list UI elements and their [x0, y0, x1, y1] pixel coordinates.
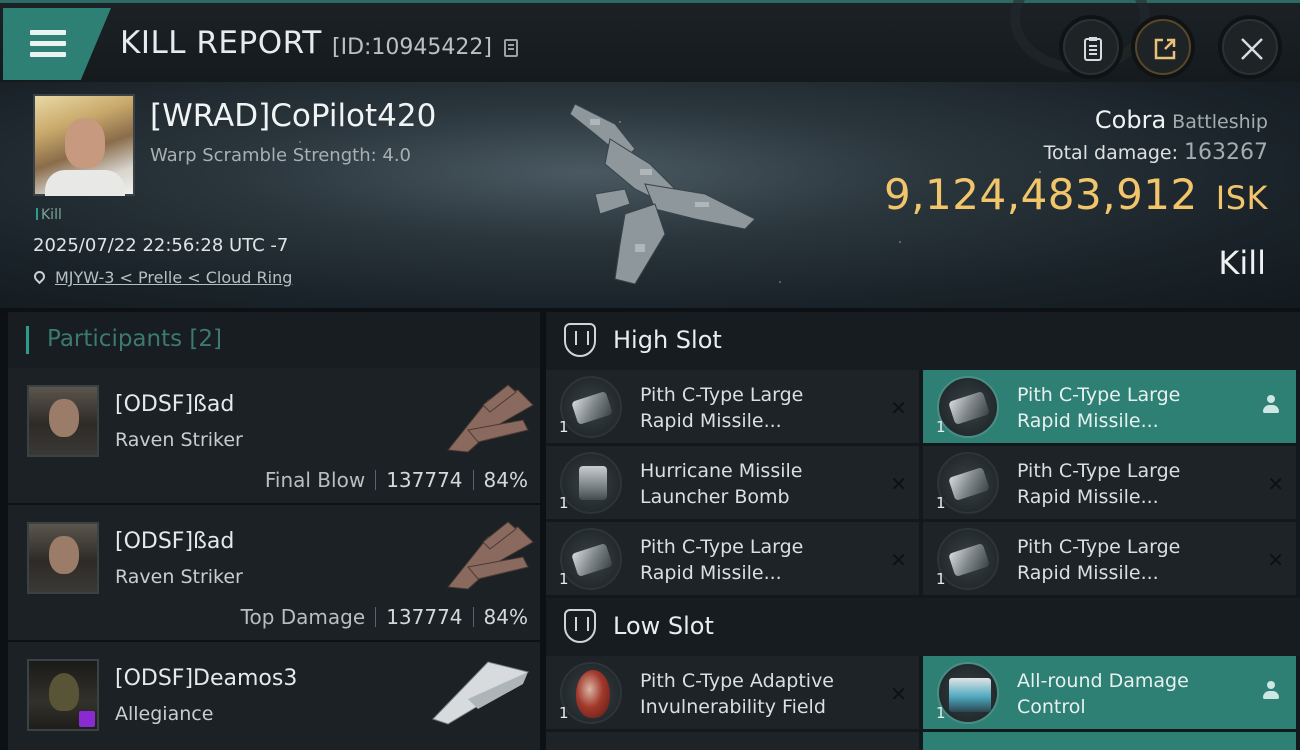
missile-launcher-icon: [937, 528, 999, 590]
header-bar: KILL REPORT [ID:10945422]: [0, 0, 1300, 82]
victim-banner: [WRAD]CoPilot420 Warp Scramble Strength:…: [0, 82, 1300, 308]
participant-name: [ODSF]ßad: [115, 392, 235, 417]
share-icon: [1154, 38, 1176, 60]
kill-location-link[interactable]: MJYW-3 < Prelle < Cloud Ring: [31, 268, 292, 287]
clipboard-icon: [1084, 37, 1102, 61]
menu-button[interactable]: [3, 8, 111, 80]
participant-avatar[interactable]: [27, 385, 99, 457]
hamburger-icon: [30, 30, 66, 63]
module-item-partial[interactable]: [546, 732, 919, 750]
kill-tag: Kill: [36, 207, 62, 223]
person-icon: [1262, 395, 1280, 415]
participants-panel: Participants [2] [ODSF]ßad Raven Striker…: [8, 312, 540, 750]
total-damage: Total damage: 163267: [1043, 140, 1268, 165]
participant-ship: Allegiance: [115, 703, 214, 725]
shield-icon: [564, 609, 596, 643]
module-item[interactable]: 1 Pith C-Type Adaptive Invulnerability Fi…: [546, 656, 919, 729]
module-item[interactable]: 1 Pith C-Type Large Rapid Missile... ✕: [923, 522, 1296, 595]
participants-header: Participants [2]: [26, 326, 540, 354]
destroyed-icon: ✕: [890, 472, 907, 496]
page-title: KILL REPORT: [120, 25, 322, 61]
participant-row[interactable]: [ODSF]ßad Raven Striker Final Blow 137774…: [8, 368, 540, 505]
clipboard-button[interactable]: [1063, 19, 1119, 75]
module-item[interactable]: 1 Pith C-Type Large Rapid Missile... ✕: [923, 446, 1296, 519]
participant-avatar[interactable]: [27, 522, 99, 594]
participant-stats: Top Damage 137774 84%: [240, 605, 528, 629]
low-slot-modules: 1 Pith C-Type Adaptive Invulnerability Fi…: [546, 656, 1300, 750]
damage-control-icon: [937, 662, 999, 724]
close-button[interactable]: [1222, 19, 1278, 75]
kill-timestamp: 2025/07/22 22:56:28 UTC -7: [33, 235, 289, 256]
victim-avatar[interactable]: [33, 94, 135, 196]
module-item[interactable]: 1 Hurricane Missile Launcher Bomb ✕: [546, 446, 919, 519]
participant-name: [ODSF]Deamos3: [115, 666, 298, 691]
participant-row[interactable]: [ODSF]ßad Raven Striker Top Damage 137774…: [8, 505, 540, 642]
missile-launcher-icon: [560, 376, 622, 438]
module-item[interactable]: 1 Pith C-Type Large Rapid Missile... ✕: [546, 370, 919, 443]
participant-row[interactable]: [ODSF]Deamos3 Allegiance: [8, 642, 540, 750]
destroyed-icon: ✕: [890, 682, 907, 706]
bomb-launcher-icon: [560, 452, 622, 514]
module-item[interactable]: 1 All-round Damage Control: [923, 656, 1296, 729]
warp-scramble-strength: Warp Scramble Strength: 4.0: [150, 145, 412, 166]
location-pin-icon: [31, 268, 48, 285]
share-button[interactable]: [1135, 19, 1191, 75]
missile-launcher-icon: [937, 376, 999, 438]
copy-icon[interactable]: [504, 39, 518, 57]
participant-ship-image: [447, 521, 534, 590]
destroyed-icon: ✕: [890, 396, 907, 420]
participant-stats: Final Blow 137774 84%: [264, 468, 528, 492]
victim-ship-image: [569, 103, 756, 285]
participant-ship-image: [447, 384, 534, 453]
invulnerability-field-icon: [560, 662, 622, 724]
person-icon: [1262, 681, 1280, 701]
close-icon: [1241, 38, 1263, 60]
destroyed-icon: ✕: [1267, 472, 1284, 496]
missile-launcher-icon: [937, 452, 999, 514]
fitting-panel: High Slot 1 Pith C-Type Large Rapid Missi…: [546, 312, 1300, 750]
missile-launcher-icon: [560, 528, 622, 590]
report-id: [ID:10945422]: [332, 35, 492, 60]
high-slot-modules: 1 Pith C-Type Large Rapid Missile... ✕ 1 …: [546, 370, 1300, 595]
info-badge-icon: [79, 711, 95, 727]
high-slot-header: High Slot: [546, 312, 1300, 370]
module-item[interactable]: 1 Pith C-Type Large Rapid Missile... ✕: [546, 522, 919, 595]
destroyed-icon: ✕: [1267, 548, 1284, 572]
victim-name[interactable]: [WRAD]CoPilot420: [150, 98, 436, 134]
shield-icon: [564, 323, 596, 357]
participant-ship-image: [432, 661, 530, 725]
isk-value: 9,124,483,912 ISK: [883, 170, 1268, 219]
destroyed-icon: ✕: [890, 548, 907, 572]
kill-type-label: Kill: [1218, 244, 1266, 282]
module-item-partial[interactable]: [923, 732, 1296, 750]
participant-name: [ODSF]ßad: [115, 529, 235, 554]
participant-avatar[interactable]: [27, 659, 99, 731]
participant-ship: Raven Striker: [115, 566, 243, 588]
participant-ship: Raven Striker: [115, 429, 243, 451]
low-slot-header: Low Slot: [546, 598, 1300, 656]
module-item[interactable]: 1 Pith C-Type Large Rapid Missile...: [923, 370, 1296, 443]
victim-ship-name: Cobra Battleship: [1094, 106, 1268, 134]
